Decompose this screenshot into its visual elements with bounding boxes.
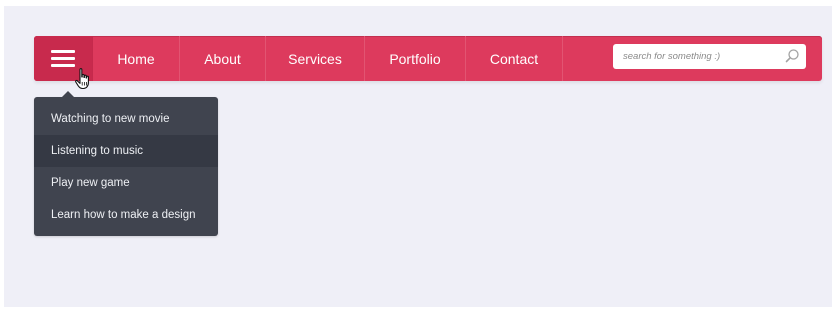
search-box [613, 44, 806, 69]
dropdown-item[interactable]: Play new game [34, 167, 218, 199]
hamburger-icon-line [51, 50, 75, 53]
hamburger-icon-line [51, 64, 75, 67]
nav-item-contact[interactable]: Contact [465, 36, 562, 81]
nav-item-label: Portfolio [389, 50, 441, 67]
search-icon[interactable] [784, 48, 800, 64]
nav-item-services[interactable]: Services [265, 36, 364, 81]
search-input[interactable] [621, 50, 775, 63]
hand-pointer-icon [75, 68, 89, 90]
nav-item-label: Services [288, 50, 342, 67]
dropdown-item-label: Play new game [51, 177, 130, 189]
dropdown-item-active[interactable]: Listening to music [34, 135, 218, 167]
dropdown-item[interactable]: Learn how to make a design [34, 199, 218, 231]
nav-item-about[interactable]: About [179, 36, 265, 81]
dropdown-item-label: Learn how to make a design [51, 209, 196, 221]
dropdown-item-label: Watching to new movie [51, 113, 170, 125]
nav-item-label: Home [117, 50, 155, 67]
nav-item-label: Contact [489, 50, 539, 67]
nav-item-label: About [204, 50, 241, 67]
hamburger-icon-line [51, 57, 75, 60]
dropdown-item[interactable]: Watching to new movie [34, 103, 218, 135]
nav-divider [562, 36, 563, 81]
nav-item-home[interactable]: Home [92, 36, 179, 81]
dropdown-caret [62, 91, 74, 97]
dropdown-menu: Watching to new movie Listening to music… [34, 91, 218, 236]
dropdown-item-label: Listening to music [51, 145, 144, 157]
nav-item-portfolio[interactable]: Portfolio [364, 36, 465, 81]
main-navbar: Home About Services Portfolio Contact [34, 36, 822, 81]
